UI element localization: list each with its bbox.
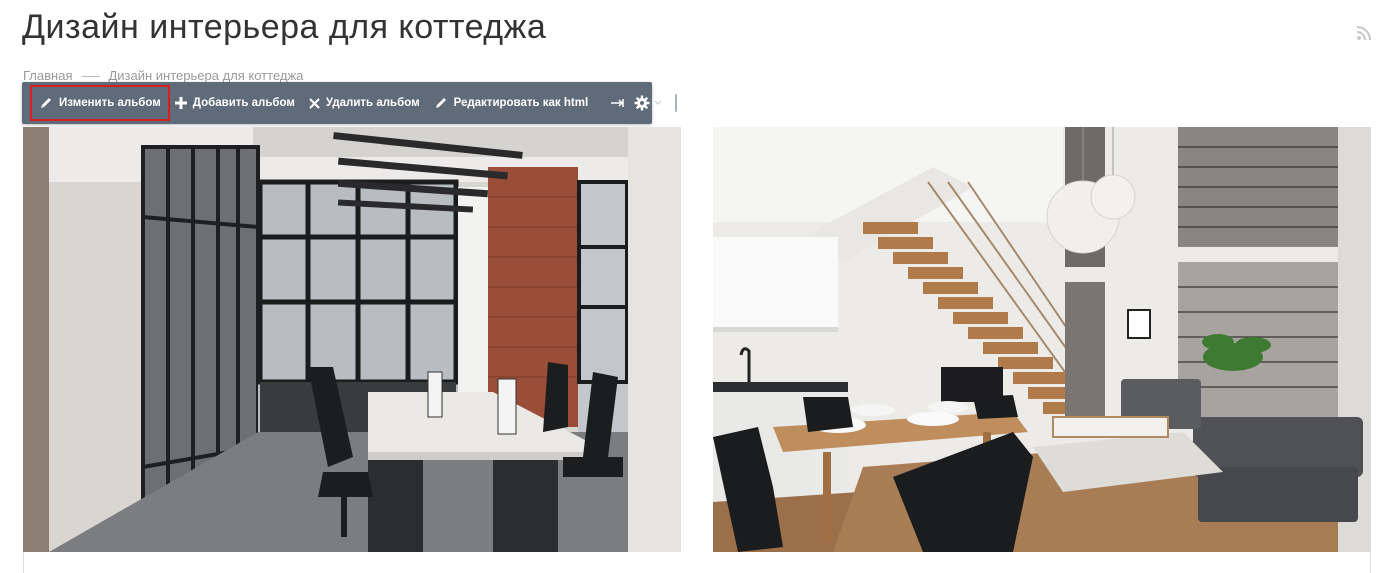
office-interior-photo[interactable] [23, 127, 681, 552]
pin-icon [611, 99, 624, 107]
x-icon [309, 97, 320, 109]
settings-button[interactable] [629, 88, 667, 118]
pin-button[interactable] [605, 88, 629, 118]
plus-icon [174, 97, 187, 109]
breadcrumb: Главная Дизайн интерьера для коттеджа [23, 68, 303, 83]
gear-icon [634, 95, 650, 111]
edit-album-label: Изменить альбом [59, 97, 161, 109]
pencil-icon [41, 98, 51, 108]
breadcrumb-home-link[interactable]: Главная [23, 68, 72, 83]
delete-album-label: Удалить альбом [325, 97, 420, 109]
breadcrumb-current: Дизайн интерьера для коттеджа [108, 68, 304, 83]
pencil-icon [435, 98, 446, 108]
add-album-button[interactable]: Добавить альбом [168, 88, 302, 118]
breadcrumb-separator [82, 76, 101, 78]
loft-living-room-photo[interactable] [713, 127, 1371, 552]
admin-toolbar: Изменить альбом Добавить альбом Удалить … [22, 82, 678, 124]
edit-album-button[interactable]: Изменить альбом [30, 85, 170, 121]
rss-icon[interactable] [1355, 24, 1373, 42]
edit-as-html-label: Редактировать как html [453, 97, 589, 109]
delete-album-button[interactable]: Удалить альбом [302, 88, 427, 118]
content-border-right [1370, 552, 1371, 573]
edit-as-html-button[interactable]: Редактировать как html [427, 88, 596, 118]
add-album-label: Добавить альбом [192, 97, 295, 109]
page-title: Дизайн интерьера для коттеджа [22, 8, 547, 46]
content-border-left [23, 552, 24, 573]
chevron-down-icon [654, 100, 662, 105]
toolbar-menu-handle[interactable] [675, 94, 678, 112]
